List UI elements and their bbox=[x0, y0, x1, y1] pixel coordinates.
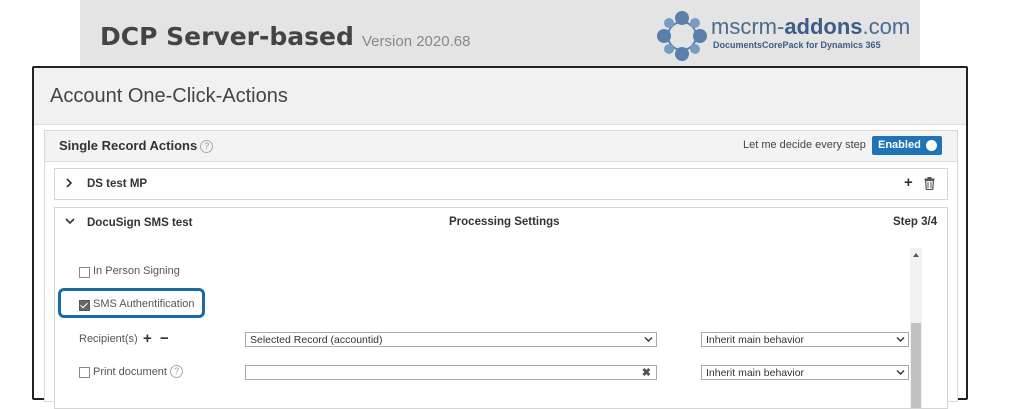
section-title: Processing Settings bbox=[449, 216, 560, 228]
logo-mark-icon bbox=[657, 11, 707, 61]
sms-authentification-label: SMS Authentification bbox=[93, 298, 195, 310]
chevron-down-icon bbox=[644, 337, 653, 342]
action-name: DocuSign SMS test bbox=[87, 217, 193, 229]
add-recipient-icon[interactable]: + bbox=[143, 330, 152, 347]
remove-recipient-icon[interactable]: − bbox=[160, 330, 169, 347]
company-logo: mscrm-addons.com DocumentsCorePack for D… bbox=[655, 9, 910, 65]
print-document-label: Print document? bbox=[93, 365, 183, 378]
toggle-knob bbox=[926, 140, 937, 151]
clear-icon[interactable]: ✖ bbox=[642, 366, 651, 381]
app-title: DCP Server-based bbox=[100, 22, 354, 51]
let-me-decide-toggle[interactable]: Enabled bbox=[872, 136, 942, 155]
single-record-actions-panel: Single Record Actions? Let me decide eve… bbox=[44, 130, 958, 409]
sms-authentification-checkbox[interactable] bbox=[79, 300, 90, 311]
action-row-ds-test-mp[interactable]: DS test MP + bbox=[54, 168, 948, 200]
step-indicator: Step 3/4 bbox=[893, 216, 938, 228]
print-document-behavior-select[interactable]: Inherit main behavior bbox=[701, 365, 909, 380]
chevron-down-icon[interactable] bbox=[65, 217, 75, 225]
action-row-docusign-sms-test: DocuSign SMS test Processing Settings St… bbox=[54, 207, 948, 409]
scroll-up-icon[interactable] bbox=[913, 253, 919, 257]
help-icon[interactable]: ? bbox=[200, 140, 214, 153]
one-click-actions-dialog: Account One-Click-Actions Single Record … bbox=[32, 66, 968, 409]
app-version: Version 2020.68 bbox=[362, 33, 471, 50]
in-person-signing-label: In Person Signing bbox=[93, 265, 180, 277]
settings-scrollbar[interactable] bbox=[910, 248, 922, 408]
chevron-right-icon[interactable] bbox=[65, 178, 73, 188]
recipients-select[interactable]: Selected Record (accountid) bbox=[245, 332, 657, 347]
scroll-thumb[interactable] bbox=[911, 323, 921, 408]
add-icon[interactable]: + bbox=[904, 175, 913, 190]
chevron-down-icon bbox=[896, 370, 905, 375]
trash-icon[interactable] bbox=[924, 177, 935, 190]
action-name: DS test MP bbox=[87, 178, 148, 190]
help-icon[interactable]: ? bbox=[169, 365, 183, 378]
print-document-input[interactable]: ✖ bbox=[245, 365, 657, 380]
recipients-label: Recipient(s) bbox=[79, 333, 138, 345]
single-record-actions-header: Single Record Actions? Let me decide eve… bbox=[45, 131, 957, 162]
logo-tagline: DocumentsCorePack for Dynamics 365 bbox=[713, 40, 881, 50]
recipients-behavior-select[interactable]: Inherit main behavior bbox=[701, 332, 909, 347]
single-record-actions-title: Single Record Actions? bbox=[59, 138, 214, 153]
chevron-down-icon bbox=[896, 337, 905, 342]
logo-text: mscrm-addons.com bbox=[711, 14, 911, 39]
in-person-signing-checkbox[interactable] bbox=[79, 267, 90, 278]
dialog-header: Account One-Click-Actions bbox=[34, 68, 966, 125]
let-me-decide-label: Let me decide every step bbox=[743, 139, 866, 151]
print-document-checkbox[interactable] bbox=[79, 367, 90, 378]
dialog-title: Account One-Click-Actions bbox=[50, 85, 288, 107]
